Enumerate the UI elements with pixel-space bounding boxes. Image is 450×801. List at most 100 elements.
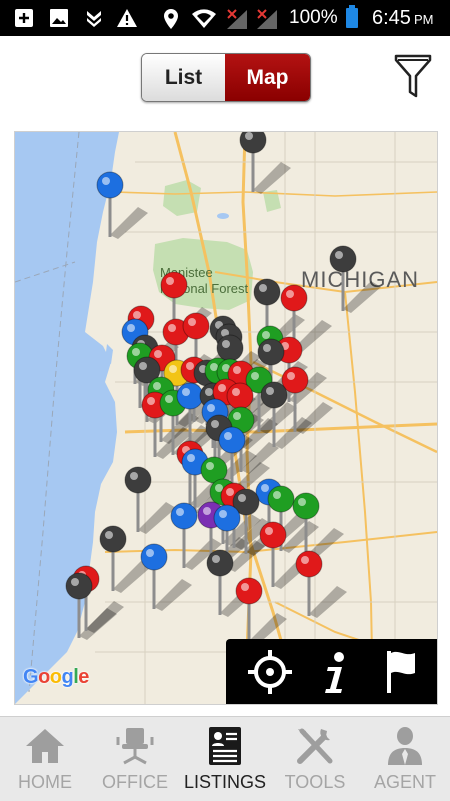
nav-home[interactable]: HOME <box>0 717 90 801</box>
map-view-button[interactable]: Map <box>225 54 310 101</box>
clock-suffix: PM <box>413 12 434 27</box>
home-icon <box>26 729 64 763</box>
no-signal-icon <box>256 8 277 29</box>
pin-highlight <box>233 412 241 420</box>
pin-head <box>65 572 93 600</box>
nav-tools-label: TOOLS <box>284 772 346 792</box>
pin-shadow <box>138 502 176 534</box>
flag-icon <box>387 651 415 693</box>
pin-highlight <box>105 531 113 539</box>
nav-listings-label: LISTINGS <box>183 772 267 792</box>
pin-highlight <box>287 372 295 380</box>
pin-head <box>329 245 357 273</box>
pin-highlight <box>262 331 270 339</box>
pin-highlight <box>238 494 246 502</box>
pin-head <box>267 485 295 513</box>
pin-head <box>292 492 320 520</box>
pin-highlight <box>219 510 227 518</box>
pin-highlight <box>176 508 184 516</box>
pin-head <box>257 338 285 366</box>
pin-highlight <box>251 372 259 380</box>
add-box-icon <box>14 8 34 28</box>
pin-highlight <box>259 284 267 292</box>
pin-head <box>213 504 241 532</box>
pin-highlight <box>187 454 195 462</box>
pin-highlight <box>207 404 215 412</box>
pin-head <box>218 426 246 454</box>
my-location-button[interactable] <box>245 647 295 697</box>
pin-head <box>182 312 210 340</box>
pin-head <box>99 525 127 553</box>
pin-highlight <box>71 578 79 586</box>
view-toggle: List Map <box>141 53 311 102</box>
info-button[interactable] <box>311 647 361 697</box>
nav-agent-label: AGENT <box>373 772 436 792</box>
pin-head <box>235 577 263 605</box>
clock-time: 6:45 <box>372 7 411 29</box>
pin-head <box>160 271 188 299</box>
pin-head <box>216 334 244 362</box>
pin-highlight <box>273 491 281 499</box>
pin-highlight <box>266 387 274 395</box>
pin-head <box>176 382 204 410</box>
crosshair-icon <box>248 650 292 694</box>
pin-highlight <box>226 488 234 496</box>
flag-button[interactable] <box>377 647 427 697</box>
filter-icon[interactable] <box>393 52 433 100</box>
pin-shadow <box>110 207 148 239</box>
pin-highlight <box>222 340 230 348</box>
download-icon <box>84 8 104 28</box>
pin-head <box>280 284 308 312</box>
map-toolbar <box>226 639 437 704</box>
pin-highlight <box>188 318 196 326</box>
pin-head <box>170 502 198 530</box>
pin-highlight <box>132 348 140 356</box>
pin-highlight <box>168 324 176 332</box>
no-signal-icon <box>226 8 247 29</box>
pin-highlight <box>212 555 220 563</box>
pin-highlight <box>127 324 135 332</box>
listing-pins-layer <box>65 132 381 645</box>
tools-icon <box>297 728 333 764</box>
list-view-button[interactable]: List <box>142 54 225 101</box>
pin-head <box>260 381 288 409</box>
nav-home-label: HOME <box>18 772 72 792</box>
bottom-nav: HOME OFFICE LISTINGS TOOLS AGENT <box>0 716 450 801</box>
pin-highlight <box>263 344 271 352</box>
pin-highlight <box>169 365 177 373</box>
pin-highlight <box>241 583 249 591</box>
nav-listings[interactable]: LISTINGS <box>180 717 270 801</box>
pin-highlight <box>218 384 226 392</box>
header: List Map <box>0 36 450 116</box>
pin-highlight <box>205 388 213 396</box>
nav-agent[interactable]: AGENT <box>360 717 450 801</box>
pin-highlight <box>298 498 306 506</box>
pin-highlight <box>153 382 161 390</box>
agent-icon <box>388 727 422 765</box>
nav-tools[interactable]: TOOLS <box>270 717 360 801</box>
pin-highlight <box>245 132 253 140</box>
pin-head <box>96 171 124 199</box>
pin-highlight <box>166 277 174 285</box>
pin-head <box>140 543 168 571</box>
pin-highlight <box>186 362 194 370</box>
pin-highlight <box>165 395 173 403</box>
pin-shadow <box>253 162 291 194</box>
pin-highlight <box>133 311 141 319</box>
pin-highlight <box>154 350 162 358</box>
wifi-icon <box>191 8 216 28</box>
nav-office[interactable]: OFFICE <box>90 717 180 801</box>
image-icon <box>49 8 69 28</box>
pin-highlight <box>224 432 232 440</box>
pin-highlight <box>102 177 110 185</box>
pin-highlight <box>146 549 154 557</box>
info-icon <box>325 652 344 693</box>
pin-highlight <box>286 290 294 298</box>
battery-icon <box>346 5 358 28</box>
nav-office-label: OFFICE <box>102 772 168 792</box>
map-view[interactable]: MICHIGAN Manistee National Forest Google <box>14 131 438 705</box>
status-bar: 100% 6:45 PM <box>0 0 450 36</box>
pin-highlight <box>182 388 190 396</box>
pin-highlight <box>265 527 273 535</box>
clock: 6:45 PM <box>372 7 433 30</box>
